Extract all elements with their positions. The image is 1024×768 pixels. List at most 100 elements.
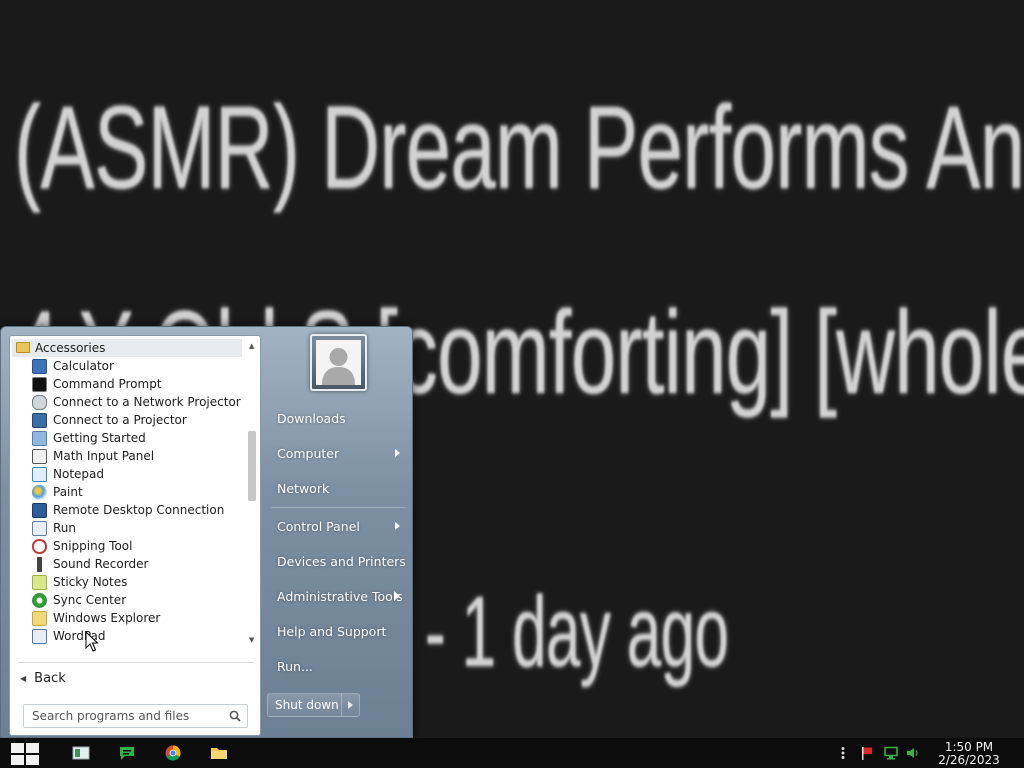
program-remote-desktop[interactable]: Remote Desktop Connection — [32, 501, 250, 519]
snipping-tool-icon — [32, 538, 47, 554]
menu-item-label: Computer — [277, 445, 340, 461]
getting-started-icon — [32, 430, 47, 446]
math-input-icon — [32, 448, 47, 464]
volume-icon[interactable] — [906, 746, 920, 760]
program-label: Run — [53, 521, 77, 535]
windows-explorer-icon — [32, 610, 47, 626]
scrollbar-thumb[interactable] — [248, 431, 256, 501]
notepad-icon — [32, 466, 47, 482]
shutdown-options-arrow-icon[interactable] — [341, 694, 359, 716]
menu-item-administrative-tools[interactable]: Administrative Tools — [270, 581, 406, 611]
menu-item-label: Network — [277, 480, 330, 496]
program-label: Connect to a Network Projector — [53, 395, 241, 409]
program-label: Paint — [53, 485, 83, 499]
sticky-notes-icon — [32, 574, 47, 590]
back-label: Back — [34, 670, 66, 686]
overflow-menu-icon[interactable] — [836, 746, 850, 760]
search-icon[interactable] — [229, 710, 241, 722]
start-button-windows-logo-icon[interactable] — [8, 742, 42, 766]
remote-desktop-icon — [32, 502, 47, 518]
menu-item-downloads[interactable]: Downloads — [270, 403, 406, 433]
shutdown-label: Shut down — [275, 698, 339, 712]
program-wordpad[interactable]: WordPad — [32, 627, 250, 644]
program-label: Windows Explorer — [53, 611, 161, 625]
program-snipping-tool[interactable]: Snipping Tool — [32, 537, 250, 555]
menu-item-run[interactable]: Run... — [270, 651, 406, 681]
microphone-icon — [32, 556, 47, 572]
submenu-arrow-icon — [395, 449, 400, 457]
program-network-projector[interactable]: Connect to a Network Projector — [32, 393, 250, 411]
programs-pane: Accessories Calculator Command Prompt Co… — [9, 335, 261, 736]
chat-icon[interactable] — [118, 745, 136, 761]
program-getting-started[interactable]: Getting Started — [32, 429, 250, 447]
program-label: Notepad — [53, 467, 104, 481]
menu-item-computer[interactable]: Computer — [270, 438, 406, 468]
task-view-icon[interactable] — [72, 745, 90, 761]
mouse-cursor-icon — [85, 631, 99, 652]
program-run[interactable]: Run — [32, 519, 250, 537]
program-label: Getting Started — [53, 431, 146, 445]
start-menu: Accessories Calculator Command Prompt Co… — [0, 326, 413, 738]
network-projector-icon — [32, 394, 47, 410]
search-input[interactable] — [32, 709, 227, 723]
program-sync-center[interactable]: Sync Center — [32, 591, 250, 609]
program-notepad[interactable]: Notepad — [32, 465, 250, 483]
user-avatar-icon — [322, 348, 355, 385]
menu-item-label: Run... — [277, 658, 313, 674]
program-label: Math Input Panel — [53, 449, 155, 463]
menu-item-label: Control Panel — [277, 518, 360, 534]
scroll-up-arrow-icon[interactable]: ▲ — [249, 342, 254, 350]
program-sound-recorder[interactable]: Sound Recorder — [32, 555, 250, 573]
program-windows-explorer[interactable]: Windows Explorer — [32, 609, 250, 627]
folder-label: Accessories — [35, 341, 106, 355]
chrome-icon[interactable] — [164, 745, 182, 761]
program-label: Calculator — [53, 359, 114, 373]
folder-icon — [16, 342, 30, 353]
program-label: Sticky Notes — [53, 575, 128, 589]
menu-item-label: Administrative Tools — [277, 588, 403, 604]
calculator-icon — [32, 358, 47, 374]
divider — [18, 662, 254, 663]
wallpaper-title-line-3: - 1 day ago — [425, 576, 729, 688]
back-button[interactable]: ◀ Back — [20, 669, 66, 687]
menu-item-control-panel[interactable]: Control Panel — [270, 511, 406, 541]
programs-list[interactable]: Accessories Calculator Command Prompt Co… — [10, 338, 262, 644]
menu-item-help-and-support[interactable]: Help and Support — [270, 616, 406, 646]
program-label: Connect to a Projector — [53, 413, 187, 427]
menu-item-network[interactable]: Network — [270, 473, 406, 503]
program-command-prompt[interactable]: Command Prompt — [32, 375, 250, 393]
menu-item-label: Devices and Printers — [277, 553, 406, 569]
paint-icon — [32, 484, 47, 500]
menu-item-label: Downloads — [277, 410, 346, 426]
submenu-arrow-icon — [395, 592, 400, 600]
action-center-flag-icon[interactable] — [860, 746, 874, 760]
folder-accessories[interactable]: Accessories — [12, 339, 242, 357]
program-calculator[interactable]: Calculator — [32, 357, 250, 375]
file-explorer-icon[interactable] — [210, 745, 228, 761]
back-arrow-icon: ◀ — [20, 673, 27, 683]
menu-item-devices-and-printers[interactable]: Devices and Printers — [270, 546, 406, 576]
projector-icon — [32, 412, 47, 428]
program-sticky-notes[interactable]: Sticky Notes — [32, 573, 250, 591]
menu-item-label: Help and Support — [277, 623, 387, 639]
program-label: Remote Desktop Connection — [53, 503, 225, 517]
command-prompt-icon — [32, 376, 47, 392]
run-icon — [32, 520, 47, 536]
program-paint[interactable]: Paint — [32, 483, 250, 501]
program-math-input-panel[interactable]: Math Input Panel — [32, 447, 250, 465]
sync-center-icon — [32, 592, 47, 608]
program-label: Sound Recorder — [53, 557, 149, 571]
network-icon[interactable] — [884, 746, 898, 760]
program-projector[interactable]: Connect to a Projector — [32, 411, 250, 429]
program-label: Sync Center — [53, 593, 127, 607]
divider — [271, 507, 405, 508]
search-box[interactable] — [23, 704, 248, 728]
shutdown-button[interactable]: Shut down — [267, 693, 360, 717]
taskbar-clock[interactable]: 1:50 PM 2/26/2023 — [932, 741, 1006, 767]
submenu-arrow-icon — [395, 522, 400, 530]
clock-date: 2/26/2023 — [938, 753, 1000, 767]
user-account-picture[interactable] — [310, 334, 367, 391]
program-label: Command Prompt — [53, 377, 162, 391]
taskbar: 1:50 PM 2/26/2023 — [0, 738, 1024, 768]
scroll-down-arrow-icon[interactable]: ▼ — [249, 636, 254, 644]
